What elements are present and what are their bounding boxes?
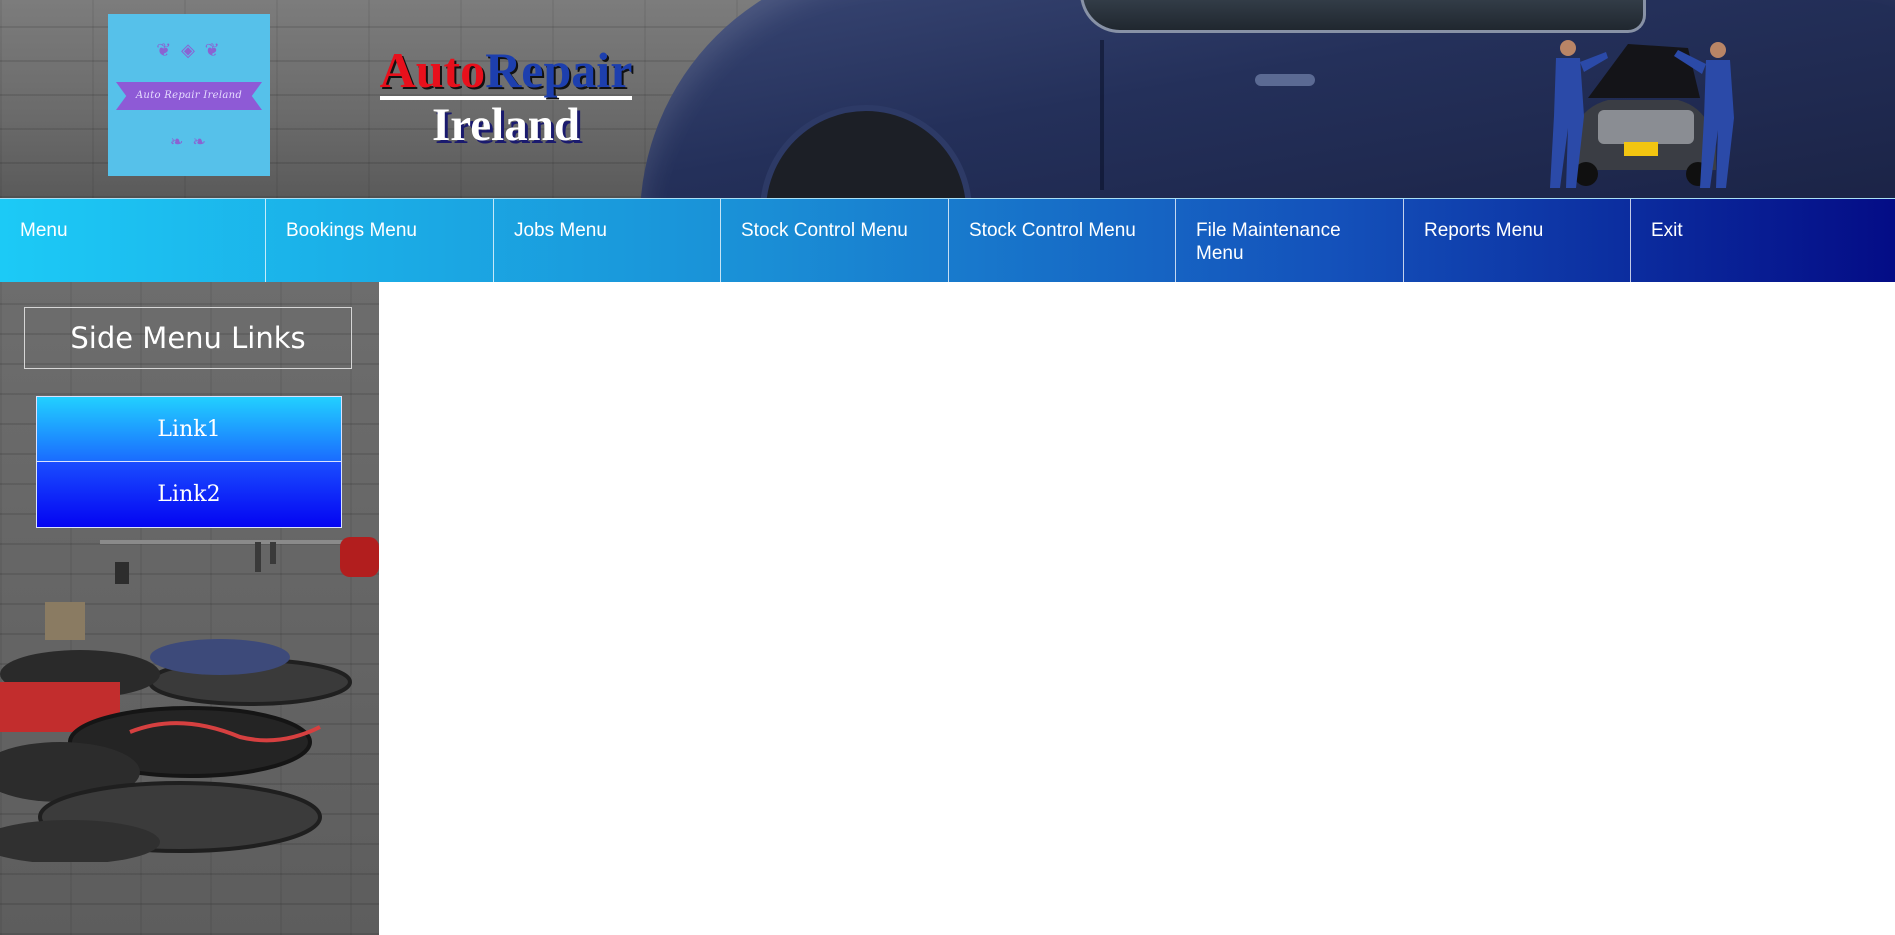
main-nav-bar: Menu Bookings Menu Jobs Menu Stock Contr… <box>0 198 1895 283</box>
car-door-line <box>1100 40 1104 190</box>
nav-item-stock-control-menu-2[interactable]: Stock Control Menu <box>949 199 1176 283</box>
logo-flourish-icon: ❧ ❧ <box>170 132 208 151</box>
logo-ribbon-text: Auto Repair Ireland <box>116 82 262 110</box>
side-menu: Side Menu Links Link1 Link2 <box>0 282 379 935</box>
side-menu-title: Side Menu Links <box>24 307 352 369</box>
car-window-shape <box>1080 0 1646 33</box>
brand-line-one: AutoRepair <box>379 42 633 100</box>
brand-word-auto: Auto <box>379 42 486 98</box>
car-door-handle <box>1255 74 1315 86</box>
header-banner: ❦ ◈ ❦ Auto Repair Ireland ❧ ❧ AutoRepair… <box>0 0 1895 198</box>
logo-ornament-icon: ❦ ◈ ❦ <box>156 40 222 61</box>
side-menu-links: Link1 Link2 <box>36 396 342 528</box>
nav-item-file-maintenance-menu[interactable]: File Maintenance Menu <box>1176 199 1404 283</box>
nav-item-reports-menu[interactable]: Reports Menu <box>1404 199 1631 283</box>
nav-item-stock-control-menu[interactable]: Stock Control Menu <box>721 199 949 283</box>
site-logo[interactable]: ❦ ◈ ❦ Auto Repair Ireland ❧ ❧ <box>108 14 270 176</box>
nav-item-exit[interactable]: Exit <box>1631 199 1895 283</box>
brand-word-repair: Repair <box>485 42 633 98</box>
nav-item-jobs-menu[interactable]: Jobs Menu <box>494 199 721 283</box>
mechanics-image <box>1550 40 1734 188</box>
brand-title: AutoRepair Ireland <box>378 44 634 150</box>
nav-item-bookings-menu[interactable]: Bookings Menu <box>266 199 494 283</box>
garage-tires-image <box>0 537 379 862</box>
main-content-area <box>379 282 1895 935</box>
nav-item-menu[interactable]: Menu <box>0 199 266 283</box>
side-link-2[interactable]: Link2 <box>37 462 341 527</box>
side-link-1[interactable]: Link1 <box>37 397 341 462</box>
brand-word-ireland: Ireland <box>432 99 580 151</box>
